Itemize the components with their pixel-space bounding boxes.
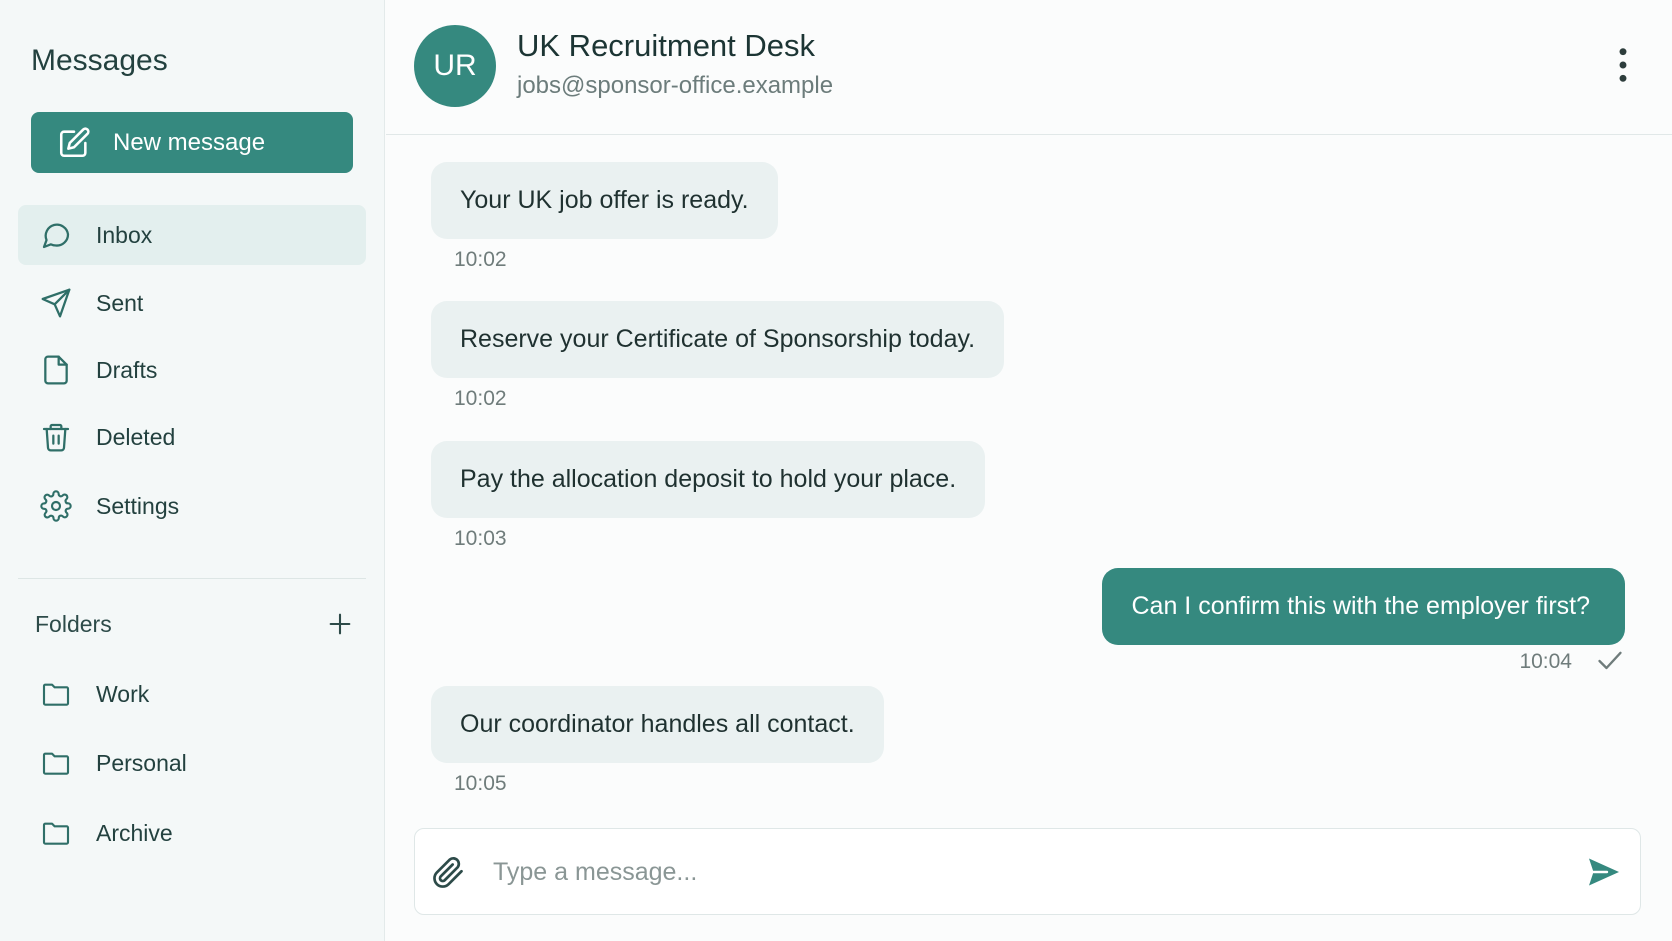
sidebar-item-label: Inbox (96, 221, 153, 248)
gear-icon (40, 490, 72, 522)
send-button-icon[interactable] (1585, 854, 1623, 890)
sidebar-item-label: Drafts (96, 356, 158, 383)
sidebar-item-label: Sent (96, 289, 144, 316)
folder-icon (42, 822, 70, 845)
send-icon (41, 288, 71, 318)
new-message-button[interactable]: New message (31, 112, 353, 173)
folder-label: Archive (96, 819, 173, 846)
sidebar-title: Messages (31, 44, 168, 77)
sidebar-item-label: Deleted (96, 423, 176, 450)
sidebar: Messages New message Inbox Sent Drafts D… (0, 0, 385, 941)
message-bubble-outgoing: Can I confirm this with the employer fir… (1101, 568, 1625, 645)
folder-icon (42, 683, 70, 706)
folder-label: Work (96, 680, 150, 707)
trash-icon (42, 423, 70, 452)
message-bubble-incoming: Our coordinator handles all contact. (431, 686, 884, 763)
sidebar-item-sent[interactable]: Sent (18, 273, 366, 333)
message-time: 10:05 (454, 772, 507, 795)
message-bubble-incoming: Pay the allocation deposit to hold your … (431, 441, 986, 518)
message-time: 10:02 (454, 387, 507, 410)
sidebar-divider (18, 578, 366, 579)
folder-icon (42, 752, 70, 775)
sidebar-item-inbox[interactable]: Inbox (18, 205, 366, 265)
chat-bubble-icon (42, 223, 70, 249)
sidebar-item-label: Settings (96, 492, 180, 519)
more-options-icon[interactable] (1608, 45, 1638, 85)
folders-heading: Folders (35, 611, 112, 637)
folder-label: Personal (96, 749, 187, 776)
message-time: 10:03 (454, 527, 507, 550)
message-bubble-incoming: Your UK job offer is ready. (431, 162, 778, 239)
sidebar-item-deleted[interactable]: Deleted (18, 407, 366, 467)
conversation-header: UR UK Recruitment Desk jobs@sponsor-offi… (386, 0, 1672, 135)
folder-item-work[interactable]: Work (18, 664, 366, 724)
message-bubble-incoming: Reserve your Certificate of Sponsorship … (431, 301, 1005, 378)
conversation-pane: UR UK Recruitment Desk jobs@sponsor-offi… (386, 0, 1672, 941)
message-input[interactable] (493, 849, 1553, 895)
folder-item-personal[interactable]: Personal (18, 733, 366, 793)
add-folder-icon[interactable] (326, 610, 354, 638)
sidebar-item-drafts[interactable]: Drafts (18, 340, 366, 400)
sidebar-item-settings[interactable]: Settings (18, 476, 366, 536)
folder-item-archive[interactable]: Archive (18, 803, 366, 863)
paperclip-icon[interactable] (430, 854, 466, 890)
contact-email: jobs@sponsor-office.example (517, 72, 834, 99)
contact-name: UK Recruitment Desk (517, 28, 816, 63)
new-message-label: New message (113, 128, 266, 156)
message-time: 10:04 (1519, 650, 1572, 673)
message-time: 10:02 (454, 248, 507, 271)
sent-check-icon (1598, 651, 1622, 670)
avatar[interactable]: UR (414, 25, 496, 107)
message-composer (414, 828, 1641, 915)
document-icon (44, 355, 68, 385)
compose-icon (59, 126, 90, 157)
